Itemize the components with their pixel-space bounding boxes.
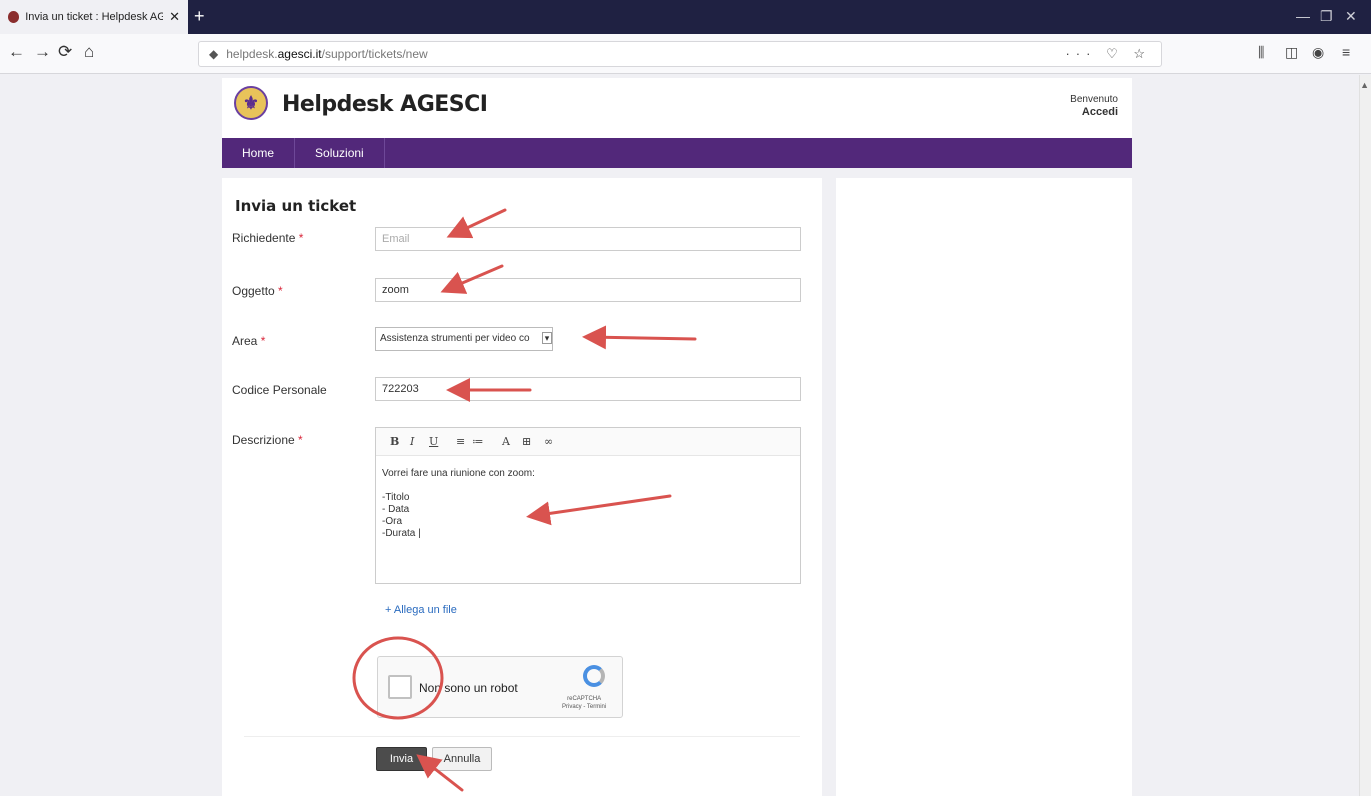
browser-tab[interactable]: Invia un ticket : Helpdesk AGES ✕	[0, 0, 188, 34]
menu-item-solutions[interactable]: Soluzioni	[295, 138, 385, 168]
recaptcha-links[interactable]: Privacy - Termini	[562, 703, 606, 711]
sidebar-icon[interactable]: ◫	[1285, 44, 1298, 61]
restore-icon[interactable]: ❐	[1320, 8, 1333, 25]
account-icon[interactable]: ◉	[1312, 44, 1324, 61]
welcome-box: Benvenuto Accedi	[1070, 94, 1118, 118]
site-title[interactable]: Helpdesk AGESCI	[282, 92, 488, 117]
numbered-list-icon[interactable]: ≔	[472, 435, 483, 448]
browser-tab-bar: Invia un ticket : Helpdesk AGES ✕ + — ❐ …	[0, 0, 1371, 34]
italic-icon[interactable]: I	[410, 435, 414, 448]
shield-icon: ◆	[209, 47, 219, 61]
area-label: Area *	[232, 334, 266, 348]
subject-input[interactable]: zoom	[375, 278, 801, 302]
minimize-icon[interactable]: —	[1296, 8, 1310, 24]
login-link[interactable]: Accedi	[1070, 106, 1118, 118]
form-title: Invia un ticket	[235, 197, 357, 215]
scroll-up-icon[interactable]: ▲	[1360, 80, 1369, 90]
url-prefix: helpdesk.	[226, 47, 278, 61]
underline-icon[interactable]: U	[429, 435, 438, 448]
agesci-logo-icon[interactable]: ⚜	[234, 86, 268, 120]
main-menu: Home Soluzioni	[222, 138, 1132, 168]
recaptcha-checkbox[interactable]	[388, 675, 412, 699]
requester-label: Richiedente *	[232, 231, 304, 245]
submit-button[interactable]: Invia	[376, 747, 427, 771]
description-label: Descrizione *	[232, 433, 303, 447]
home-icon[interactable]: ⌂	[84, 42, 94, 62]
page-actions[interactable]: ··· ♡ ☆	[1065, 46, 1151, 62]
menu-icon[interactable]: ≡	[1342, 44, 1350, 60]
site-header: ⚜ Helpdesk AGESCI Benvenuto Accedi	[222, 78, 1132, 138]
close-window-icon[interactable]: ✕	[1345, 8, 1357, 25]
url-path: /support/tickets/new	[321, 47, 428, 61]
description-text[interactable]: Vorrei fare una riunione con zoom: -Tito…	[382, 468, 535, 540]
menu-item-home[interactable]: Home	[222, 138, 296, 168]
side-panel	[836, 178, 1132, 796]
bulleted-list-icon[interactable]: ≡	[456, 435, 465, 448]
recaptcha-widget: Non sono un robot reCAPTCHA Privacy - Te…	[377, 656, 623, 718]
recaptcha-label: Non sono un robot	[419, 681, 518, 695]
editor-toolbar: B I U ≡ ≔ A ⊞ ∞	[376, 428, 800, 456]
image-icon[interactable]: ⊞	[522, 435, 531, 448]
chevron-down-icon[interactable]: ▾	[542, 332, 552, 344]
font-color-icon[interactable]: A	[502, 435, 510, 448]
browser-toolbar: ← → ⟳ ⌂ ◆ helpdesk. agesci.it /support/t…	[0, 34, 1371, 74]
url-host: agesci.it	[277, 47, 322, 61]
requester-email-input[interactable]: Email	[375, 227, 801, 251]
personal-code-input[interactable]: 722203	[375, 377, 801, 401]
recaptcha-logo-icon	[583, 665, 605, 687]
reload-icon[interactable]: ⟳	[58, 42, 72, 62]
address-bar[interactable]: ◆ helpdesk. agesci.it /support/tickets/n…	[198, 41, 1162, 67]
bold-icon[interactable]: B	[390, 435, 399, 448]
recaptcha-brand: reCAPTCHA Privacy - Termini	[562, 696, 607, 711]
back-icon[interactable]: ←	[8, 42, 25, 62]
link-icon[interactable]: ∞	[544, 435, 553, 448]
new-tab-button[interactable]: +	[194, 6, 205, 27]
description-editor[interactable]: B I U ≡ ≔ A ⊞ ∞ Vorrei fare una riunione…	[375, 427, 801, 584]
close-tab-icon[interactable]: ✕	[169, 9, 180, 25]
attach-file-link[interactable]: + Allega un file	[385, 604, 457, 616]
scrollbar[interactable]	[1359, 75, 1371, 796]
forward-icon[interactable]: →	[34, 42, 51, 62]
welcome-text: Benvenuto	[1070, 94, 1118, 105]
divider	[244, 736, 800, 737]
cancel-button[interactable]: Annulla	[432, 747, 492, 771]
personal-code-label: Codice Personale	[232, 383, 327, 397]
favicon-icon	[8, 11, 20, 23]
area-select[interactable]: Assistenza strumenti per video co	[375, 327, 553, 351]
library-icon[interactable]: ⫼	[1258, 44, 1264, 61]
subject-label: Oggetto *	[232, 284, 283, 298]
tab-title: Invia un ticket : Helpdesk AGES	[25, 11, 164, 23]
